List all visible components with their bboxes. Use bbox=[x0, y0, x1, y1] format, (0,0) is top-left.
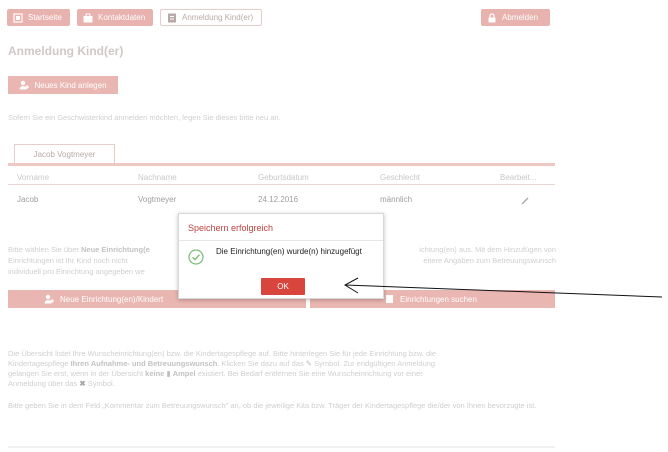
pointer-arrow-annotation bbox=[343, 277, 663, 298]
